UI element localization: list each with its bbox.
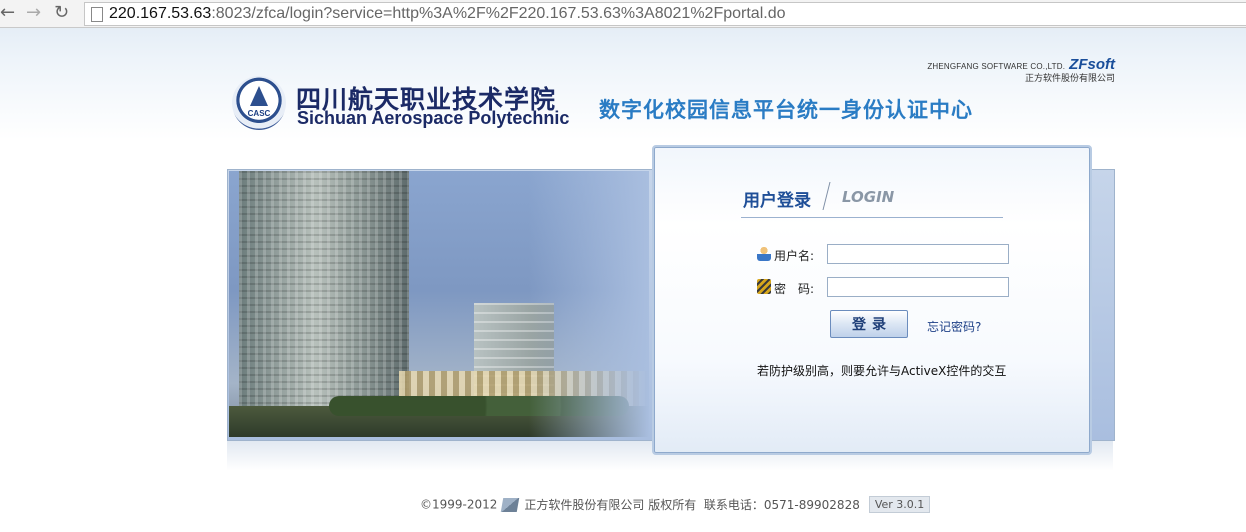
url-text[interactable]: 220.167.53.63:8023/zfca/login?service=ht…: [109, 5, 785, 23]
login-title-en: LOGIN: [842, 188, 895, 206]
login-title: 用户登录: [743, 191, 811, 211]
photo-fade: [529, 171, 649, 437]
password-label: 密 码:: [774, 282, 815, 296]
school-logo: CASC: [232, 76, 286, 130]
vendor-brand: ZHENGFANG SOFTWARE CO.,LTD. ZFsoft 正方软件股份…: [905, 56, 1115, 84]
forward-arrow-icon[interactable]: →: [26, 3, 44, 23]
lock-icon: [757, 279, 771, 294]
page-icon: [91, 7, 103, 22]
forgot-password-link[interactable]: 忘记密码?: [927, 318, 981, 335]
user-icon: [757, 246, 771, 261]
password-input[interactable]: [827, 277, 1009, 297]
tower-building: [239, 171, 409, 426]
copyright-company: 正方软件股份有限公司 版权所有: [524, 498, 697, 512]
copyright-years: ©1999-2012: [420, 497, 498, 512]
title-underline: [741, 217, 1003, 218]
rocket-emblem-icon: [250, 86, 268, 106]
reload-icon[interactable]: ↻: [54, 3, 72, 23]
address-bar[interactable]: 220.167.53.63:8023/zfca/login?service=ht…: [84, 2, 1246, 26]
activex-note: 若防护级别高，则要允许与ActiveX控件的交互: [757, 364, 1007, 378]
contact-phone: 联系电话：0571-89902828: [703, 498, 860, 512]
url-host: 220.167.53.63: [109, 5, 212, 22]
login-button[interactable]: 登录: [830, 310, 908, 338]
back-arrow-icon[interactable]: ←: [0, 3, 18, 23]
vendor-name-en: ZHENGFANG SOFTWARE CO.,LTD.: [927, 62, 1066, 71]
campus-photo: [229, 171, 649, 437]
url-path: :8023/zfca/login?service=http%3A%2F%2F22…: [211, 5, 786, 22]
zfsoft-cube-icon: [501, 497, 520, 512]
school-logo-text: CASC: [247, 109, 271, 118]
username-label: 用户名:: [774, 249, 815, 263]
username-input[interactable]: [827, 244, 1009, 264]
version-badge: Ver 3.0.1: [868, 496, 931, 513]
school-name-en: Sichuan Aerospace Polytechnic: [297, 108, 570, 128]
browser-toolbar: ← → ↻ 220.167.53.63:8023/zfca/login?serv…: [0, 0, 1246, 28]
footer: ©1999-2012 正方软件股份有限公司 版权所有 联系电话：0571-8990…: [420, 496, 931, 514]
platform-title: 数字化校园信息平台统一身份认证中心: [599, 98, 973, 122]
